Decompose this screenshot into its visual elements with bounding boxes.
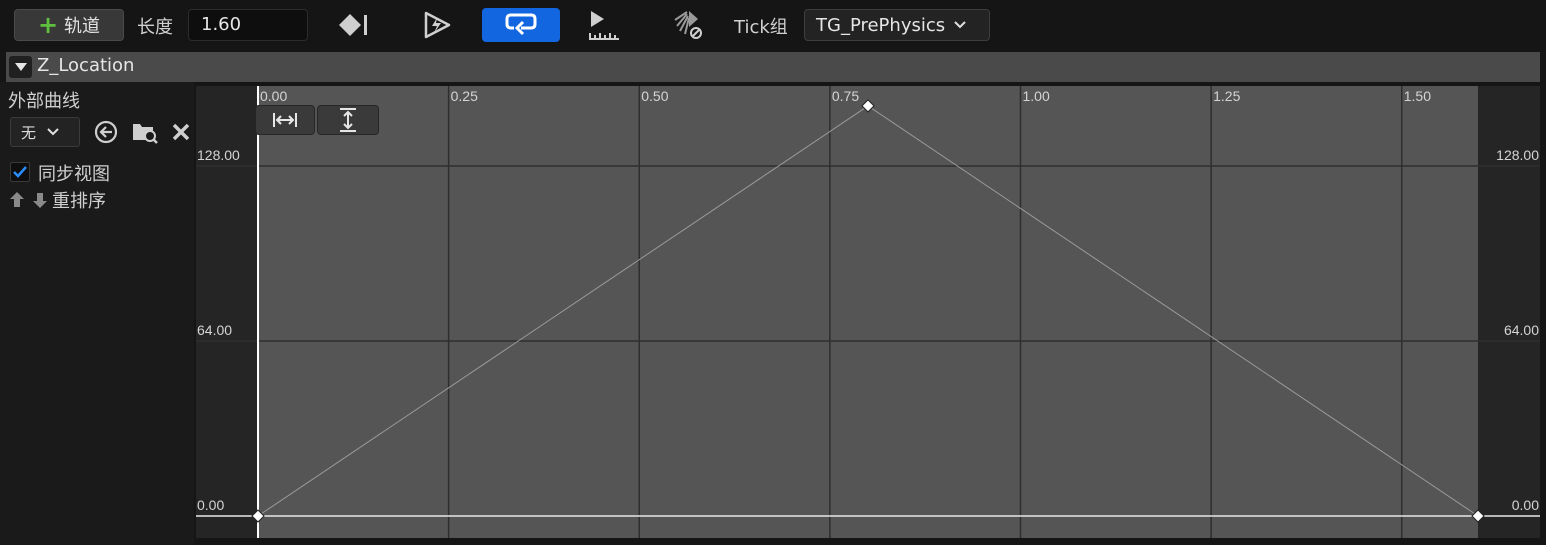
plus-icon: + — [37, 11, 59, 39]
value-tick-label-left: 0.00 — [197, 497, 225, 513]
length-label: 长度 — [137, 17, 173, 38]
tick-group-value: TG_PrePhysics — [816, 14, 946, 36]
use-selected-curve-button[interactable] — [93, 119, 119, 145]
loop-icon — [505, 13, 537, 36]
curve-editor[interactable] — [196, 86, 1540, 538]
loop-button[interactable] — [482, 8, 560, 42]
time-tick-label: 0.25 — [450, 88, 478, 104]
curve-range-area — [258, 86, 1478, 538]
add-track-label: 轨道 — [64, 16, 101, 37]
chevron-down-icon — [47, 128, 59, 136]
time-tick-label: 1.25 — [1213, 88, 1241, 104]
fit-vertical-icon — [340, 108, 356, 132]
track-header: Z_Location — [6, 52, 1540, 82]
timeline-toolbar: + 轨道 长度 1.60 Tick组 TG_PrePhysics — [0, 0, 1546, 50]
tick-group-select[interactable]: TG_PrePhysics — [804, 9, 990, 41]
use-last-keyframe-button[interactable] — [326, 8, 382, 42]
keyframe-end-icon — [339, 14, 367, 36]
value-tick-label-right: 0.00 — [1511, 497, 1539, 513]
fit-horizontal-button[interactable] — [255, 105, 315, 135]
external-curve-value: 无 — [21, 123, 37, 142]
time-tick-label: 0.50 — [641, 88, 669, 104]
sync-view-label: 同步视图 — [38, 164, 110, 185]
collapse-track-button[interactable] — [9, 56, 32, 78]
value-tick-label-right: 64.00 — [1503, 322, 1539, 339]
value-tick-label-right: 128.00 — [1496, 147, 1539, 164]
reorder-button[interactable] — [9, 190, 49, 210]
autoplay-icon — [424, 11, 451, 39]
arrow-left-circle-icon — [94, 120, 118, 144]
external-curve-select[interactable]: 无 — [10, 117, 80, 147]
checkmark-icon — [13, 166, 27, 178]
autoplay-button[interactable] — [409, 8, 465, 42]
timeline-length-icon — [589, 11, 619, 40]
chevron-down-icon — [954, 21, 966, 29]
reorder-arrows-icon — [10, 192, 47, 208]
add-track-button[interactable]: + 轨道 — [14, 9, 124, 41]
external-curve-label: 外部曲线 — [8, 91, 80, 112]
value-tick-label-left: 64.00 — [197, 322, 233, 339]
time-dilation-icon — [674, 11, 702, 39]
value-tick-label-left: 128.00 — [197, 147, 240, 164]
curve-graph[interactable] — [196, 86, 1540, 538]
clear-curve-button[interactable] — [170, 121, 192, 143]
browse-folder-icon — [133, 124, 158, 144]
time-tick-label: 1.00 — [1022, 88, 1050, 104]
time-tick-label: 0.75 — [831, 88, 860, 104]
close-icon — [172, 123, 190, 141]
use-last-keyframe-length-button[interactable] — [576, 8, 632, 42]
time-tick-label: 0.00 — [260, 88, 288, 104]
tick-group-label: Tick组 — [734, 17, 788, 38]
track-properties-panel — [0, 82, 194, 545]
length-input[interactable]: 1.60 — [188, 9, 308, 41]
ignore-time-dilation-button[interactable] — [660, 8, 716, 42]
reorder-label: 重排序 — [52, 191, 106, 212]
fit-vertical-button[interactable] — [317, 105, 379, 135]
track-name[interactable]: Z_Location — [37, 55, 134, 76]
fit-horizontal-icon — [273, 113, 297, 127]
sync-view-checkbox[interactable] — [10, 162, 30, 182]
time-tick-label: 1.50 — [1403, 88, 1431, 104]
browse-curve-button[interactable] — [131, 119, 159, 145]
collapse-triangle-icon — [14, 63, 27, 71]
